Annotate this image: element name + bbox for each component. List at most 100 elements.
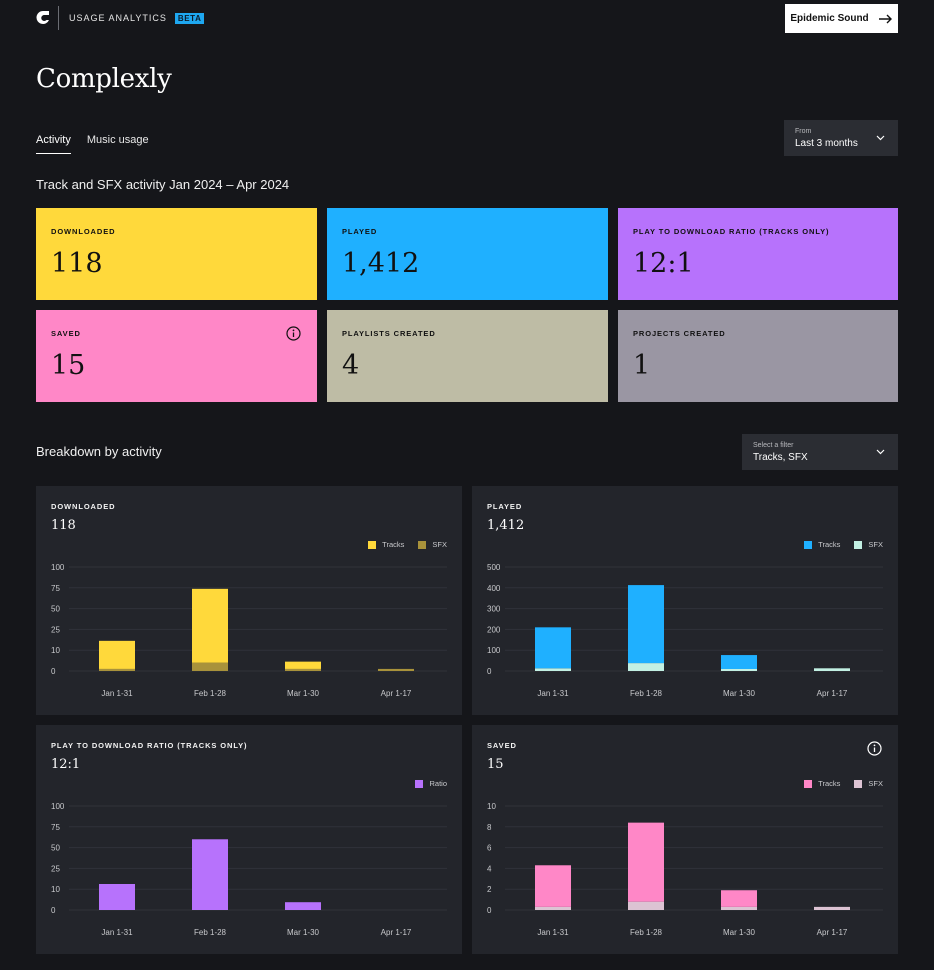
epidemic-sound-button[interactable]: Epidemic Sound xyxy=(785,4,898,33)
bar-sfx xyxy=(192,662,228,671)
bar-chart-ratio: 100755025100Jan 1-31 Feb 1-28 Mar 1-30 Apr … xyxy=(51,802,447,937)
bar-sfx xyxy=(814,668,850,671)
x-tick-label: Apr 1-17 xyxy=(381,928,412,937)
stat-label: PLAYED xyxy=(342,227,378,236)
x-tick-label: Mar 1-30 xyxy=(723,928,756,937)
tab-music-usage[interactable]: Music usage xyxy=(87,134,149,154)
bar-sfx xyxy=(285,668,321,671)
bar-chart-saved: 10 8 6 4 2 0 Jan 1-31 Feb 1-28 Mar 1-30 Apr 1-17 xyxy=(487,802,883,937)
stat-value: 1 xyxy=(633,350,651,381)
date-range-select[interactable]: From Last 3 months xyxy=(784,120,898,156)
y-tick-label: 75 xyxy=(51,823,60,832)
stat-label: PLAYLISTS CREATED xyxy=(342,329,436,338)
x-tick-label: Jan 1-31 xyxy=(101,689,133,698)
stat-value: 1,412 xyxy=(342,248,420,279)
summary-heading: Track and SFX activity Jan 2024 – Apr 20… xyxy=(36,177,290,192)
stat-card-projects: PROJECTS CREATED 1 xyxy=(618,310,898,402)
y-tick-label: 4 xyxy=(487,864,492,873)
bar-chart-played: 500 400 300 200 100 0 Jan 1-31 Feb 1-28 Mar 1-30… xyxy=(487,563,883,698)
x-tick-label: Mar 1-30 xyxy=(287,928,320,937)
stat-card-played: PLAYED 1,412 xyxy=(327,208,608,300)
y-tick-label: 100 xyxy=(487,646,501,655)
stat-value: 4 xyxy=(342,350,360,381)
stat-card-playlists: PLAYLISTS CREATED 4 xyxy=(327,310,608,402)
chart-panel-ratio: PLAY TO DOWNLOAD RATIO (TRACKS ONLY) 12:… xyxy=(36,725,462,954)
bar-sfx xyxy=(535,668,571,671)
chart-panel-downloaded: DOWNLOADED 118 Tracks SFX 100 75 50 25 10 0 Jan… xyxy=(36,486,462,715)
page-title: Complexly xyxy=(36,64,172,94)
stat-card-play-ratio: PLAY TO DOWNLOAD RATIO (TRACKS ONLY) 12:… xyxy=(618,208,898,300)
y-tick-label: 8 xyxy=(487,823,492,832)
bar-tracks xyxy=(535,627,571,669)
x-tick-label: Feb 1-28 xyxy=(630,928,663,937)
chart-panel-saved: SAVED 15 Tracks SFX 10 8 6 4 2 0 Jan 1-31 Feb 1-… xyxy=(472,725,898,954)
x-tick-label: Apr 1-17 xyxy=(817,689,848,698)
y-tick-label: 50 xyxy=(51,605,60,614)
y-tick-label: 50 xyxy=(51,844,60,853)
y-tick-label: 2 xyxy=(487,885,492,894)
stat-label: PROJECTS CREATED xyxy=(633,329,726,338)
stat-card-saved: SAVED 15 xyxy=(36,310,317,402)
y-tick-label: 0 xyxy=(51,906,56,915)
bar-tracks xyxy=(285,661,321,669)
chart-panel-played: PLAYED 1,412 Tracks SFX 500 400 300 200 100 0 J… xyxy=(472,486,898,715)
bar-ratio xyxy=(99,884,135,910)
y-tick-label: 300 xyxy=(487,605,501,614)
bar-ratio xyxy=(285,902,321,910)
y-tick-label: 0 xyxy=(487,906,492,915)
y-tick-label: 400 xyxy=(487,584,501,593)
bar-sfx xyxy=(628,901,664,910)
filter-label: Select a filter xyxy=(753,441,794,449)
bar-sfx xyxy=(99,668,135,671)
y-tick-label: 10 xyxy=(51,646,60,655)
info-icon[interactable] xyxy=(286,326,301,341)
bar-ratio xyxy=(192,839,228,910)
bar-tracks xyxy=(628,822,664,902)
y-tick-label: 200 xyxy=(487,625,501,634)
beta-badge: BETA xyxy=(174,12,205,24)
x-tick-label: Jan 1-31 xyxy=(537,689,569,698)
bar-tracks xyxy=(721,890,757,907)
app-name: USAGE ANALYTICS xyxy=(69,13,167,23)
arrow-right-icon xyxy=(878,14,892,23)
tab-bar: Activity Music usage xyxy=(36,134,149,154)
x-tick-label: Mar 1-30 xyxy=(287,689,320,698)
stat-label: SAVED xyxy=(51,329,81,338)
y-tick-label: 75 xyxy=(51,584,60,593)
x-tick-label: Jan 1-31 xyxy=(101,928,133,937)
x-tick-label: Feb 1-28 xyxy=(194,689,227,698)
stat-label: DOWNLOADED xyxy=(51,227,116,236)
y-tick-label: 500 xyxy=(487,563,501,572)
bar-tracks xyxy=(628,585,664,664)
stat-value: 118 xyxy=(51,248,103,279)
breakdown-heading: Breakdown by activity xyxy=(36,444,162,459)
stat-value: 15 xyxy=(51,350,86,381)
logo-divider xyxy=(58,6,59,30)
date-range-label: From xyxy=(795,127,812,135)
x-tick-label: Jan 1-31 xyxy=(537,928,569,937)
top-bar: USAGE ANALYTICS BETA Epidemic Sound xyxy=(36,4,898,33)
tab-activity[interactable]: Activity xyxy=(36,134,71,154)
stat-card-downloaded: DOWNLOADED 118 xyxy=(36,208,317,300)
y-tick-label: 25 xyxy=(51,625,60,634)
x-tick-label: Mar 1-30 xyxy=(723,689,756,698)
y-tick-label: 0 xyxy=(487,667,492,676)
chevron-down-icon xyxy=(876,135,885,141)
bar-tracks xyxy=(99,640,135,669)
x-tick-label: Feb 1-28 xyxy=(194,928,227,937)
bar-sfx xyxy=(814,906,850,910)
bar-sfx xyxy=(721,906,757,910)
bar-sfx xyxy=(378,668,414,671)
bar-tracks xyxy=(721,655,757,669)
epidemic-sound-button-label: Epidemic Sound xyxy=(790,13,869,24)
y-tick-label: 0 xyxy=(51,667,56,676)
activity-filter-select[interactable]: Select a filter Tracks, SFX xyxy=(742,434,898,470)
bar-sfx xyxy=(535,906,571,910)
bar-sfx xyxy=(721,669,757,671)
epidemic-logo-icon[interactable] xyxy=(36,10,50,26)
y-tick-label: 6 xyxy=(487,844,492,853)
stat-value: 12:1 xyxy=(633,248,694,279)
y-tick-label: 100 xyxy=(51,563,65,572)
x-tick-label: Feb 1-28 xyxy=(630,689,663,698)
bar-tracks xyxy=(535,865,571,907)
